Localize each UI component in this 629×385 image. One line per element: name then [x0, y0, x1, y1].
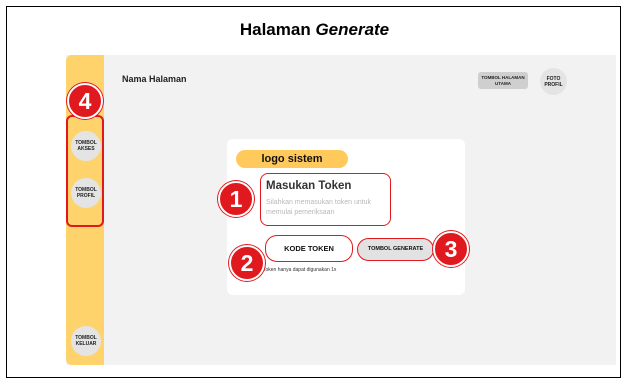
generate-button[interactable]: TOMBOL GENERATE	[357, 238, 434, 261]
marker-3: 3	[433, 231, 469, 267]
marker-2: 2	[229, 245, 265, 281]
document-title: Halaman Generate	[0, 20, 629, 40]
token-input[interactable]	[266, 198, 390, 220]
system-logo: logo sistem	[236, 150, 348, 168]
kode-token-button[interactable]: KODE TOKEN	[265, 235, 353, 262]
page-title: Nama Halaman	[122, 74, 187, 84]
token-note: Token hanya dapat digunakan 1x	[263, 267, 337, 273]
home-button[interactable]: TOMBOL HALAMAN UTAMA	[478, 72, 528, 89]
marker-1: 1	[218, 181, 254, 217]
profile-photo-avatar[interactable]: FOTO PROFIL	[540, 68, 567, 95]
sidebar-highlight	[66, 115, 104, 227]
sidebar-keluar-button[interactable]: TOMBOL KELUAR	[71, 326, 101, 356]
document-title-plain: Halaman	[239, 20, 316, 39]
marker-4: 4	[67, 83, 103, 119]
document-title-italic: Generate	[315, 20, 390, 39]
token-title: Masukan Token	[266, 180, 352, 192]
